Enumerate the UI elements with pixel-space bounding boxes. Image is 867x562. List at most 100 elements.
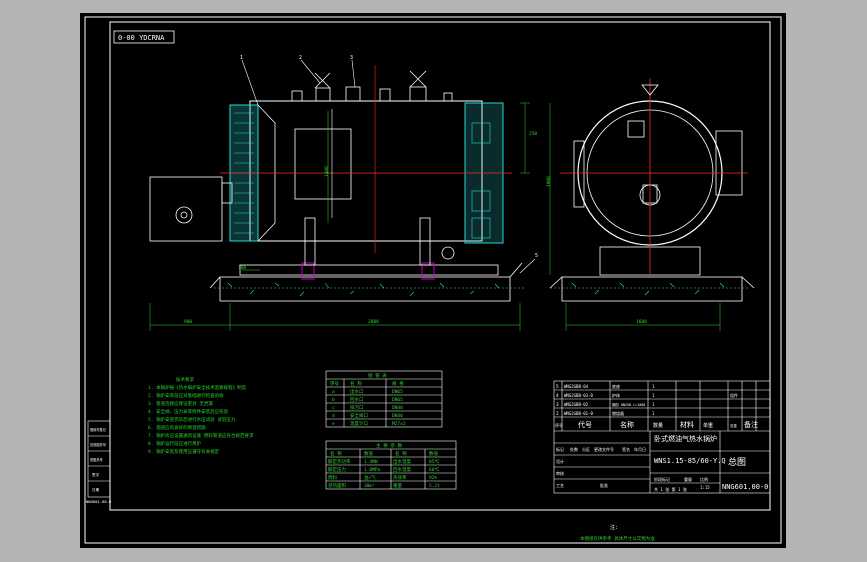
sign-row: 处数 bbox=[570, 446, 578, 452]
nozzle-cell: DN40 bbox=[392, 413, 403, 419]
bom-header: 名称 bbox=[620, 420, 634, 429]
tech-note-6: 6. 烟道应有良好的保温措施 bbox=[148, 424, 206, 431]
param-cell: 额定热功率 bbox=[328, 458, 351, 465]
drawing-number: NNG601.00-0 bbox=[722, 483, 768, 491]
product-name: 卧式燃油气热水锅炉 bbox=[654, 434, 717, 443]
tech-note-3: 3. 管道连接应保证密封 无泄漏 bbox=[148, 400, 213, 407]
left-strip-cell: 日期 bbox=[92, 487, 100, 492]
param-cell: 5.2t bbox=[429, 483, 440, 489]
param-cell: 出水温度 bbox=[393, 458, 411, 465]
param-cell: 回水温度 bbox=[393, 466, 411, 473]
param-hdr: 数值 bbox=[429, 450, 438, 457]
param-hdr: 名 称 bbox=[395, 450, 407, 457]
param-hdr: 名 称 bbox=[330, 450, 342, 457]
dim-base: 100 bbox=[238, 265, 246, 271]
sign-row: 年月日 bbox=[634, 446, 646, 452]
scale-label: 比例 bbox=[700, 476, 708, 482]
bottom-note-2: 本图纸仅供参考 具体尺寸以实物为准 bbox=[580, 535, 655, 542]
param-cell: 92% bbox=[429, 475, 437, 481]
role-label: 设计 bbox=[556, 458, 564, 464]
nozzle-cell: a bbox=[332, 390, 335, 395]
front-view: 1 2 3 5 900 2800 250 1400 100 bbox=[149, 55, 538, 331]
tech-note-8: 8. 锅炉运行前应进行煮炉 bbox=[148, 440, 202, 447]
bom-cell: 5 bbox=[556, 384, 559, 390]
bom-cell: 烟囱 DN250 L=1000 bbox=[612, 402, 645, 407]
nozzle-cell: M27x2 bbox=[392, 421, 406, 427]
nozzle-cell: 排污口 bbox=[350, 404, 364, 411]
tech-note-4: 4. 安全阀、压力表等附件安装后应校验 bbox=[148, 408, 229, 415]
tech-note-2: 2. 锅炉安装前应对基础进行检查验收 bbox=[148, 392, 224, 399]
nozzle-cell: 回水口 bbox=[350, 396, 364, 403]
nozzle-cell: 温度计口 bbox=[350, 420, 368, 427]
tech-note-1: 1. 本锅炉按《热水锅炉安全技术监察规程》制造 bbox=[148, 384, 247, 391]
nozzle-cell: d bbox=[332, 413, 335, 419]
bom-header: 序号 bbox=[555, 422, 563, 428]
bom-cell: 炉体 bbox=[612, 392, 620, 398]
boiler-shell bbox=[249, 100, 483, 242]
bom-header: 总重 bbox=[730, 423, 737, 428]
sign-row: 更改文件号 bbox=[594, 446, 614, 452]
bom-cell: WNG2GBB-02 bbox=[564, 402, 589, 407]
param-cell: 85℃ bbox=[429, 459, 440, 465]
bom-cell: 组件 bbox=[730, 392, 738, 398]
tech-notes-heading: 技术要求 bbox=[176, 376, 194, 383]
nozzle-hdr-3: 规 格 bbox=[392, 380, 404, 387]
cad-drawing: 0-00 YDCRNA 1 2 3 5 900 2800 250 1400 10… bbox=[84, 16, 782, 544]
param-cell: 1.4MW bbox=[364, 459, 378, 465]
param-cell: 额定压力 bbox=[328, 466, 346, 473]
drawing-no-rotated: NNG601.00-0 bbox=[86, 499, 112, 504]
dim-center: 1400 bbox=[324, 166, 330, 177]
bom-header: 单重 bbox=[703, 422, 713, 429]
bom-cell: WNG2GBB-03-0 bbox=[564, 393, 593, 398]
tech-note-5: 5. 锅炉安装完毕后进行水压试验 试验压力 bbox=[148, 416, 236, 423]
role-label: 工艺 bbox=[556, 483, 564, 488]
param-cell: 60℃ bbox=[429, 467, 440, 473]
dim-top-nozzle: 250 bbox=[529, 131, 537, 137]
bom-cell: 1 bbox=[652, 402, 655, 407]
callout-5: 5 bbox=[535, 253, 538, 259]
nozzle-cell: e bbox=[332, 422, 335, 427]
bom-cell: 3 bbox=[556, 402, 559, 408]
param-cell: 燃料 bbox=[328, 474, 337, 481]
bom-cell: 2 bbox=[556, 411, 559, 417]
left-strip-cell: 底图总号 bbox=[90, 457, 103, 462]
param-cell: 热效率 bbox=[393, 474, 407, 481]
bottom-note-1: 注: bbox=[610, 524, 618, 531]
drawing-sheet: 0-00 YDCRNA 1 2 3 5 900 2800 250 1400 10… bbox=[80, 13, 786, 548]
callout-1: 1 bbox=[240, 55, 243, 61]
weight-label: 重量 bbox=[684, 476, 692, 482]
foundation bbox=[219, 276, 511, 302]
callout-2: 2 bbox=[299, 55, 302, 61]
frame-code: 0-00 YDCRNA bbox=[118, 34, 165, 42]
bom-cell: 4 bbox=[556, 393, 559, 399]
nozzle-cell: DN65 bbox=[392, 389, 403, 395]
nozzle-cell: DN40 bbox=[392, 405, 403, 411]
bom-cell: 燃烧器 bbox=[612, 410, 624, 416]
role-label: 审核 bbox=[556, 470, 564, 476]
sign-row: 签名 bbox=[622, 446, 630, 452]
nozzle-table-title: 接 管 表 bbox=[368, 372, 387, 379]
left-strip-cell: 旧底图总号 bbox=[90, 442, 106, 447]
role-label: 批准 bbox=[600, 482, 608, 488]
bom-header: 数量 bbox=[653, 422, 663, 429]
param-hdr: 数值 bbox=[364, 450, 373, 457]
burner bbox=[149, 176, 223, 242]
nozzle-cell: 出水口 bbox=[350, 388, 364, 395]
param-cell: 38m² bbox=[364, 483, 375, 489]
tech-notes: 技术要求 1. 本锅炉按《热水锅炉安全技术监察规程》制造 2. 锅炉安装前应对基… bbox=[148, 376, 254, 455]
nozzle-hdr-2: 名 称 bbox=[350, 380, 362, 387]
sign-row: 分区 bbox=[582, 446, 590, 452]
stage-mark: 阶段标记 bbox=[654, 476, 670, 482]
left-strip-cell: 签字 bbox=[92, 472, 100, 477]
dim-side-height: 1900 bbox=[546, 176, 552, 187]
product-model: WNS1.15-85/60-Y.Q bbox=[654, 457, 726, 465]
nozzle-cell: DN65 bbox=[392, 397, 403, 403]
sheet-count: 共 1 张 第 1 张 bbox=[654, 486, 687, 492]
bom-cell: 1 bbox=[652, 384, 655, 389]
param-table-title: 主 要 参 数 bbox=[376, 442, 403, 449]
side-view: 1600 1900 bbox=[546, 78, 755, 331]
tech-note-7: 7. 锅炉房应设置通风设施 燃料管道应符合规范要求 bbox=[148, 432, 254, 439]
param-cell: 1.0MPa bbox=[364, 467, 381, 473]
param-cell: 油/气 bbox=[364, 474, 376, 481]
dim-length: 2800 bbox=[368, 319, 379, 325]
